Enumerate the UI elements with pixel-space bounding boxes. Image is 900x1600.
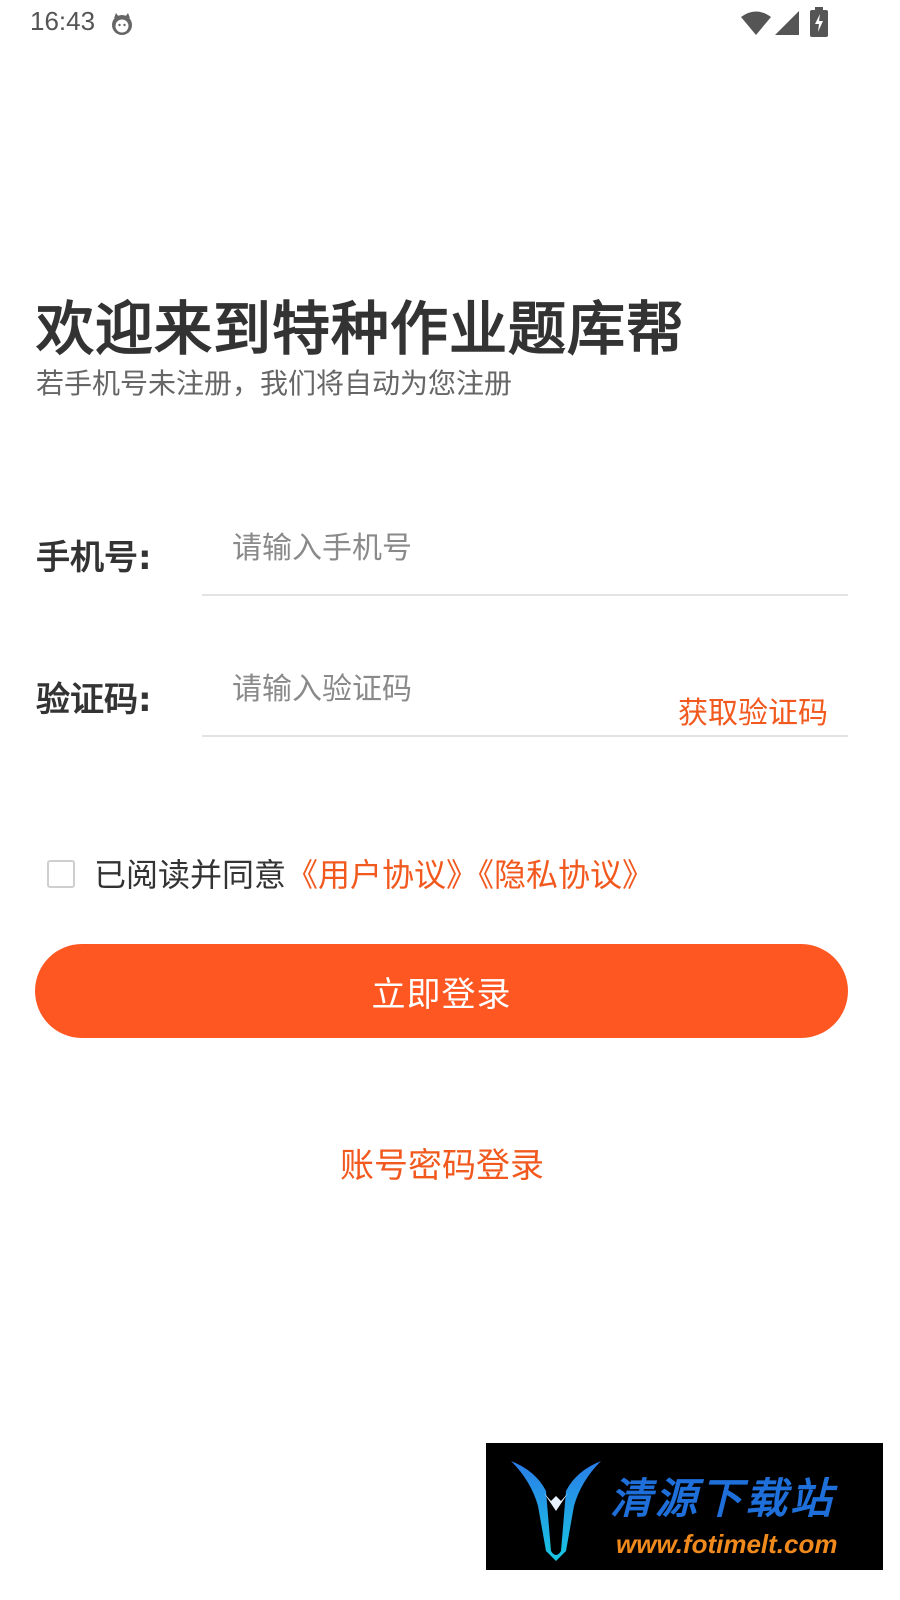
watermark-banner: 清源下载站 www.fotimelt.com	[486, 1443, 883, 1570]
watermark-url: www.fotimelt.com	[616, 1529, 838, 1559]
page-title: 欢迎来到特种作业题库帮	[36, 295, 686, 363]
user-agreement-link[interactable]: 《用户协议》	[286, 856, 478, 894]
status-bar: 16:43	[0, 0, 900, 48]
page-subtitle: 若手机号未注册，我们将自动为您注册	[36, 367, 513, 400]
signal-icon	[775, 11, 799, 35]
agreement-text: 已阅读并同意《用户协议》《隐私协议》	[94, 850, 654, 896]
code-label: 验证码:	[36, 680, 152, 720]
code-divider	[202, 735, 848, 737]
watermark-logo-icon	[511, 1461, 601, 1561]
agreement-prefix: 已阅读并同意	[94, 856, 287, 894]
watermark-name: 清源下载站	[610, 1474, 836, 1523]
wifi-icon	[741, 11, 771, 35]
verification-code-input[interactable]	[202, 659, 642, 719]
get-code-button[interactable]: 获取验证码	[678, 688, 828, 732]
phone-label: 手机号:	[36, 538, 152, 578]
battery-charging-icon	[810, 7, 828, 37]
cat-notification-icon	[112, 13, 132, 35]
phone-input[interactable]	[202, 518, 848, 578]
password-login-link[interactable]: 账号密码登录	[0, 1138, 884, 1187]
status-time: 16:43	[30, 6, 96, 36]
privacy-agreement-link[interactable]: 《隐私协议》	[478, 856, 654, 894]
login-button[interactable]: 立即登录	[35, 944, 848, 1038]
agreement-checkbox[interactable]	[47, 860, 75, 888]
phone-divider	[202, 594, 848, 596]
